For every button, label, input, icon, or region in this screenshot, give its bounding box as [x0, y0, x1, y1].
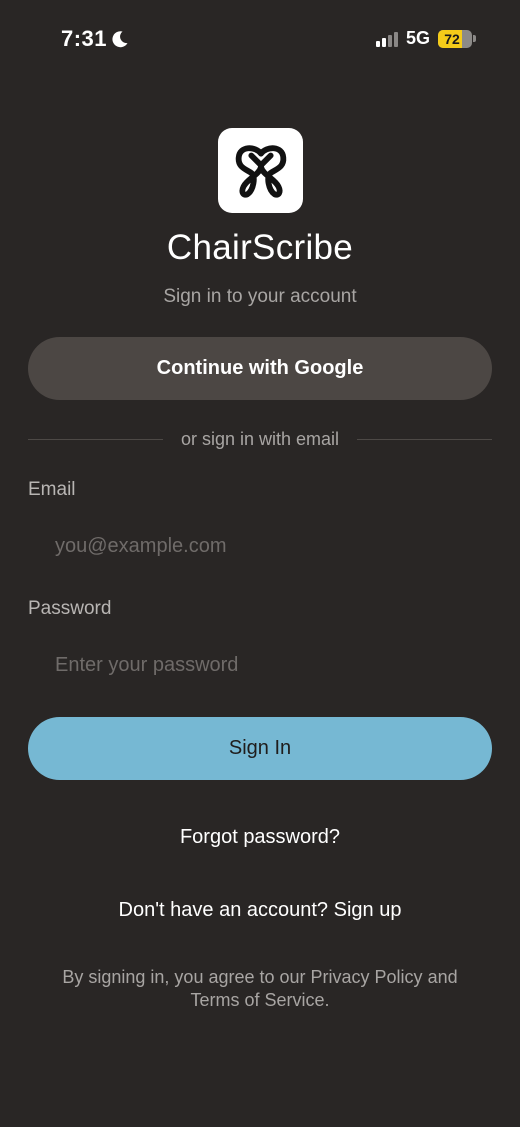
sign-up-link[interactable]: Sign up — [334, 899, 402, 921]
email-divider: or sign in with email — [28, 428, 492, 450]
forgot-password-link[interactable]: Forgot password? — [0, 826, 520, 849]
terms-prefix: By signing in, you agree to our — [62, 967, 311, 987]
network-label: 5G — [405, 28, 430, 48]
privacy-policy-link[interactable]: Privacy Policy — [311, 967, 423, 987]
status-bar: 7:31 5G 72 — [0, 0, 520, 80]
terms-of-service-link[interactable]: Terms of Service — [190, 990, 324, 1010]
email-label: Email — [28, 479, 76, 500]
email-field[interactable] — [28, 521, 492, 571]
divider-line-right — [357, 438, 492, 440]
signup-prompt: Don't have an account? — [118, 899, 329, 921]
signup-row: Don't have an account? Sign up — [0, 899, 520, 922]
status-indicators: 5G 72 — [375, 28, 476, 49]
time-text: 7:31 — [61, 26, 108, 51]
moon-icon — [112, 31, 128, 48]
password-label: Password — [28, 598, 112, 619]
app-title: ChairScribe — [166, 228, 354, 267]
continue-with-google-button[interactable]: Continue with Google — [28, 337, 492, 400]
password-field[interactable] — [28, 640, 492, 690]
battery-level: 72 — [444, 30, 460, 47]
terms-suffix: . — [324, 990, 330, 1010]
sign-in-button[interactable]: Sign In — [28, 717, 492, 780]
divider-text: or sign in with email — [180, 428, 340, 449]
divider-line-left — [28, 438, 163, 440]
terms-notice: By signing in, you agree to our Privacy … — [40, 966, 480, 1012]
app-subtitle: Sign in to your account — [163, 286, 357, 307]
battery-icon: 72 — [438, 29, 476, 48]
terms-and: and — [422, 967, 458, 987]
tooth-logo-icon — [235, 144, 286, 198]
signal-icon — [375, 31, 398, 47]
chairscribe-logo-icon — [218, 128, 303, 213]
status-time: 7:31 — [61, 26, 130, 52]
